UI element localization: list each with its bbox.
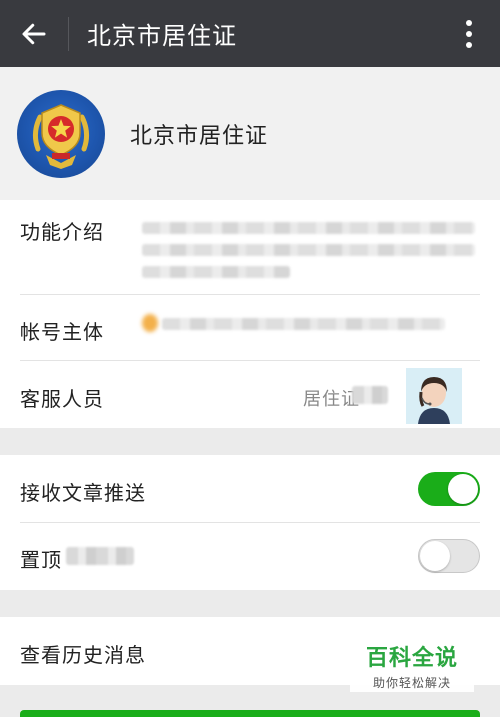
more-vertical-icon (466, 19, 472, 48)
watermark-subtitle: 助你轻松解决 (372, 675, 451, 690)
profile-header: 北京市居住证 (0, 67, 500, 200)
toggle-knob (448, 474, 478, 504)
account-avatar[interactable] (17, 89, 105, 178)
arrow-left-icon (22, 23, 46, 44)
verified-icon (142, 314, 158, 332)
pin-top-label-redacted (66, 547, 134, 565)
intro-text-redacted (142, 222, 475, 234)
intro-text-redacted (142, 266, 290, 278)
pin-top-label: 置顶 (20, 548, 62, 572)
settings-card: 接收文章推送 置顶 (0, 455, 500, 590)
toggle-knob (420, 541, 450, 571)
intro-label: 功能介绍 (20, 220, 104, 244)
divider (20, 360, 480, 361)
receive-articles-row: 接收文章推送 (20, 477, 480, 506)
page-title: 北京市居住证 (87, 22, 237, 50)
customer-service-label: 客服人员 (20, 387, 104, 411)
service-agent-icon (406, 368, 462, 424)
receive-articles-toggle[interactable] (418, 472, 480, 506)
more-options-button[interactable] (438, 0, 500, 67)
receive-articles-label: 接收文章推送 (20, 481, 146, 505)
police-emblem-icon (32, 103, 90, 169)
watermark: 百科全说 助你轻松解决 (350, 638, 474, 692)
topbar-divider (68, 16, 69, 51)
back-button[interactable] (0, 0, 68, 67)
bottom-action-button[interactable] (20, 710, 480, 717)
account-owner-redacted (162, 318, 445, 330)
watermark-title: 百科全说 (365, 645, 458, 671)
pin-top-toggle[interactable] (418, 539, 480, 573)
agent-avatar[interactable] (406, 368, 462, 424)
account-owner-label: 帐号主体 (20, 320, 104, 344)
divider (20, 522, 480, 523)
account-name: 北京市居住证 (130, 123, 269, 149)
customer-service-name-redacted (352, 386, 388, 404)
intro-text-redacted (142, 244, 475, 256)
view-history-label: 查看历史消息 (20, 643, 146, 667)
top-bar: 北京市居住证 (0, 0, 500, 67)
divider (20, 294, 480, 295)
